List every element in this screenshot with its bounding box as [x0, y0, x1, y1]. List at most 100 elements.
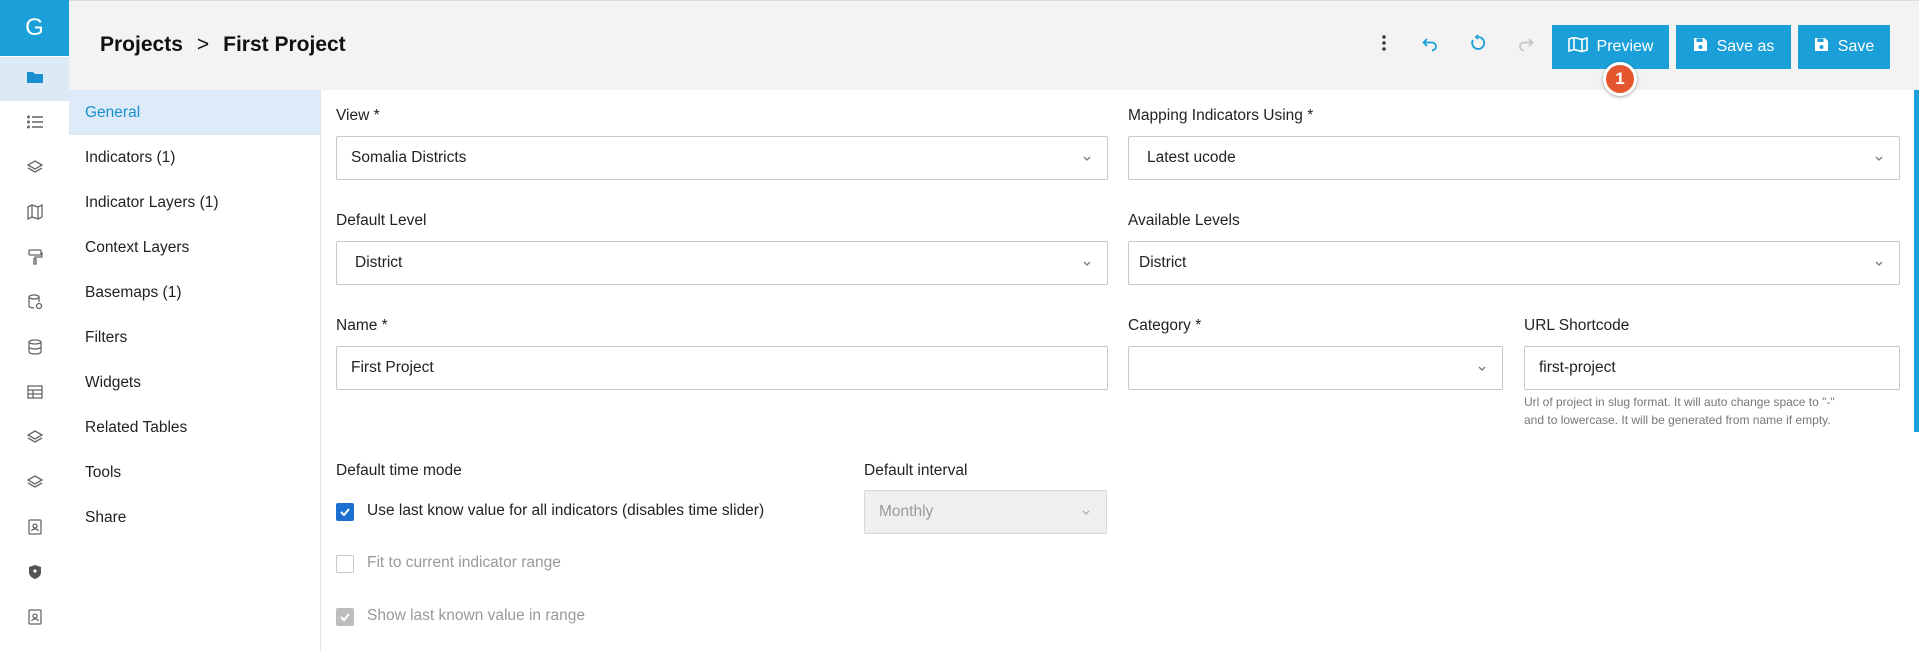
save-as-button-label: Save as — [1716, 38, 1775, 55]
undo-icon — [1421, 34, 1439, 57]
save-button-label: Save — [1837, 38, 1875, 55]
breadcrumb-separator: > — [196, 33, 210, 56]
nav-filters[interactable]: Filters — [69, 315, 320, 360]
list-icon — [26, 113, 44, 136]
layers-icon — [26, 428, 44, 451]
rail-layers-3[interactable] — [0, 462, 69, 506]
show-last-label: Show last known value in range — [367, 607, 585, 624]
shortcode-input-value: first-project — [1539, 359, 1616, 376]
save-button[interactable]: Save — [1798, 25, 1890, 69]
save-as-button[interactable]: Save as — [1676, 25, 1791, 69]
rail-layers-2[interactable] — [0, 417, 69, 461]
app-logo[interactable]: G — [0, 0, 69, 56]
name-input[interactable]: First Project — [336, 346, 1108, 390]
view-select-value: Somalia Districts — [351, 149, 467, 166]
preview-button-label: Preview — [1596, 38, 1654, 55]
view-select[interactable]: Somalia Districts — [336, 136, 1108, 180]
nav-related-tables[interactable]: Related Tables — [69, 405, 320, 450]
shortcode-label: URL Shortcode — [1524, 317, 1630, 334]
nav-indicators[interactable]: Indicators (1) — [69, 135, 320, 180]
map-icon — [26, 203, 44, 226]
nav-tools[interactable]: Tools — [69, 450, 320, 495]
rail-security[interactable] — [0, 552, 69, 596]
mapping-select[interactable]: Latest ucode — [1128, 136, 1900, 180]
rail-layers[interactable] — [0, 147, 69, 191]
kebab-menu-icon — [1381, 34, 1387, 57]
available-levels-value: District — [1139, 254, 1187, 271]
layers-icon — [26, 473, 44, 496]
shortcode-input[interactable]: first-project — [1524, 346, 1900, 390]
chevron-down-icon — [1875, 156, 1883, 161]
user-badge-icon — [26, 608, 44, 631]
fit-range-label: Fit to current indicator range — [367, 554, 561, 571]
database-icon — [26, 338, 44, 361]
nav-basemaps[interactable]: Basemaps (1) — [69, 270, 320, 315]
nav-context-layers[interactable]: Context Layers — [69, 225, 320, 270]
time-mode-label: Default time mode — [336, 462, 462, 479]
save-icon — [1693, 37, 1708, 57]
view-label: View * — [336, 107, 380, 124]
checkmark-icon — [340, 508, 350, 517]
show-last-checkbox[interactable] — [336, 608, 354, 626]
mapping-select-value: Latest ucode — [1147, 149, 1236, 166]
preview-button[interactable]: Preview — [1552, 25, 1669, 69]
rail-list[interactable] — [0, 102, 69, 146]
refresh-icon — [1469, 33, 1487, 57]
nav-indicator-layers[interactable]: Indicator Layers (1) — [69, 180, 320, 225]
user-badge-icon — [26, 518, 44, 541]
rail-groups[interactable] — [0, 597, 69, 641]
shortcode-help-line-1: Url of project in slug format. It will a… — [1524, 395, 1835, 409]
category-label: Category * — [1128, 317, 1202, 334]
mapping-label: Mapping Indicators Using * — [1128, 107, 1314, 124]
breadcrumb-projects-link[interactable]: Projects — [100, 33, 183, 56]
redo-button[interactable] — [1514, 33, 1538, 57]
rail-users[interactable] — [0, 507, 69, 551]
breadcrumb: Projects > First Project — [100, 33, 346, 57]
nav-general[interactable]: General — [69, 90, 320, 135]
shortcode-help: Url of project in slug format. It will a… — [1524, 393, 1835, 429]
fit-range-checkbox[interactable] — [336, 555, 354, 573]
rail-database[interactable] — [0, 327, 69, 371]
more-menu-button[interactable] — [1372, 33, 1396, 57]
left-rail: G — [0, 0, 70, 651]
save-icon — [1814, 37, 1829, 57]
nav-share[interactable]: Share — [69, 495, 320, 540]
page-header: Projects > First Project Preview Save as S… — [69, 0, 1919, 90]
available-levels-select[interactable]: District — [1128, 241, 1900, 285]
logo-letter: G — [25, 14, 44, 41]
interval-label: Default interval — [864, 462, 968, 479]
shield-icon — [26, 563, 44, 586]
available-levels-label: Available Levels — [1128, 212, 1240, 229]
database-settings-icon — [26, 293, 44, 316]
rail-db-settings[interactable] — [0, 282, 69, 326]
rail-projects[interactable] — [0, 57, 69, 101]
scrollbar[interactable] — [1914, 90, 1919, 432]
rail-tables[interactable] — [0, 372, 69, 416]
chevron-down-icon — [1875, 261, 1883, 266]
undo-button[interactable] — [1418, 33, 1442, 57]
default-level-value: District — [355, 254, 403, 271]
last-known-label: Use last know value for all indicators (… — [367, 502, 765, 519]
paint-roller-icon — [26, 248, 44, 271]
breadcrumb-current: First Project — [223, 33, 346, 56]
tour-step-badge[interactable]: 1 — [1603, 62, 1637, 96]
map-icon — [1567, 36, 1588, 58]
interval-select[interactable]: Monthly — [864, 490, 1107, 534]
chevron-down-icon — [1083, 261, 1091, 266]
chevron-down-icon — [1083, 156, 1091, 161]
nav-widgets[interactable]: Widgets — [69, 360, 320, 405]
reset-button[interactable] — [1466, 33, 1490, 57]
last-known-checkbox[interactable] — [336, 503, 354, 521]
rail-styles[interactable] — [0, 237, 69, 281]
shortcode-help-line-2: and to lowercase. It will be generated f… — [1524, 413, 1831, 427]
default-level-label: Default Level — [336, 212, 427, 229]
rail-map[interactable] — [0, 192, 69, 236]
category-select[interactable] — [1128, 346, 1503, 390]
default-level-select[interactable]: District — [336, 241, 1108, 285]
folder-icon — [26, 68, 44, 91]
name-input-value: First Project — [351, 359, 434, 376]
interval-select-value: Monthly — [879, 503, 934, 520]
layers-icon — [26, 158, 44, 181]
redo-icon — [1517, 34, 1535, 57]
chevron-down-icon — [1082, 510, 1090, 515]
